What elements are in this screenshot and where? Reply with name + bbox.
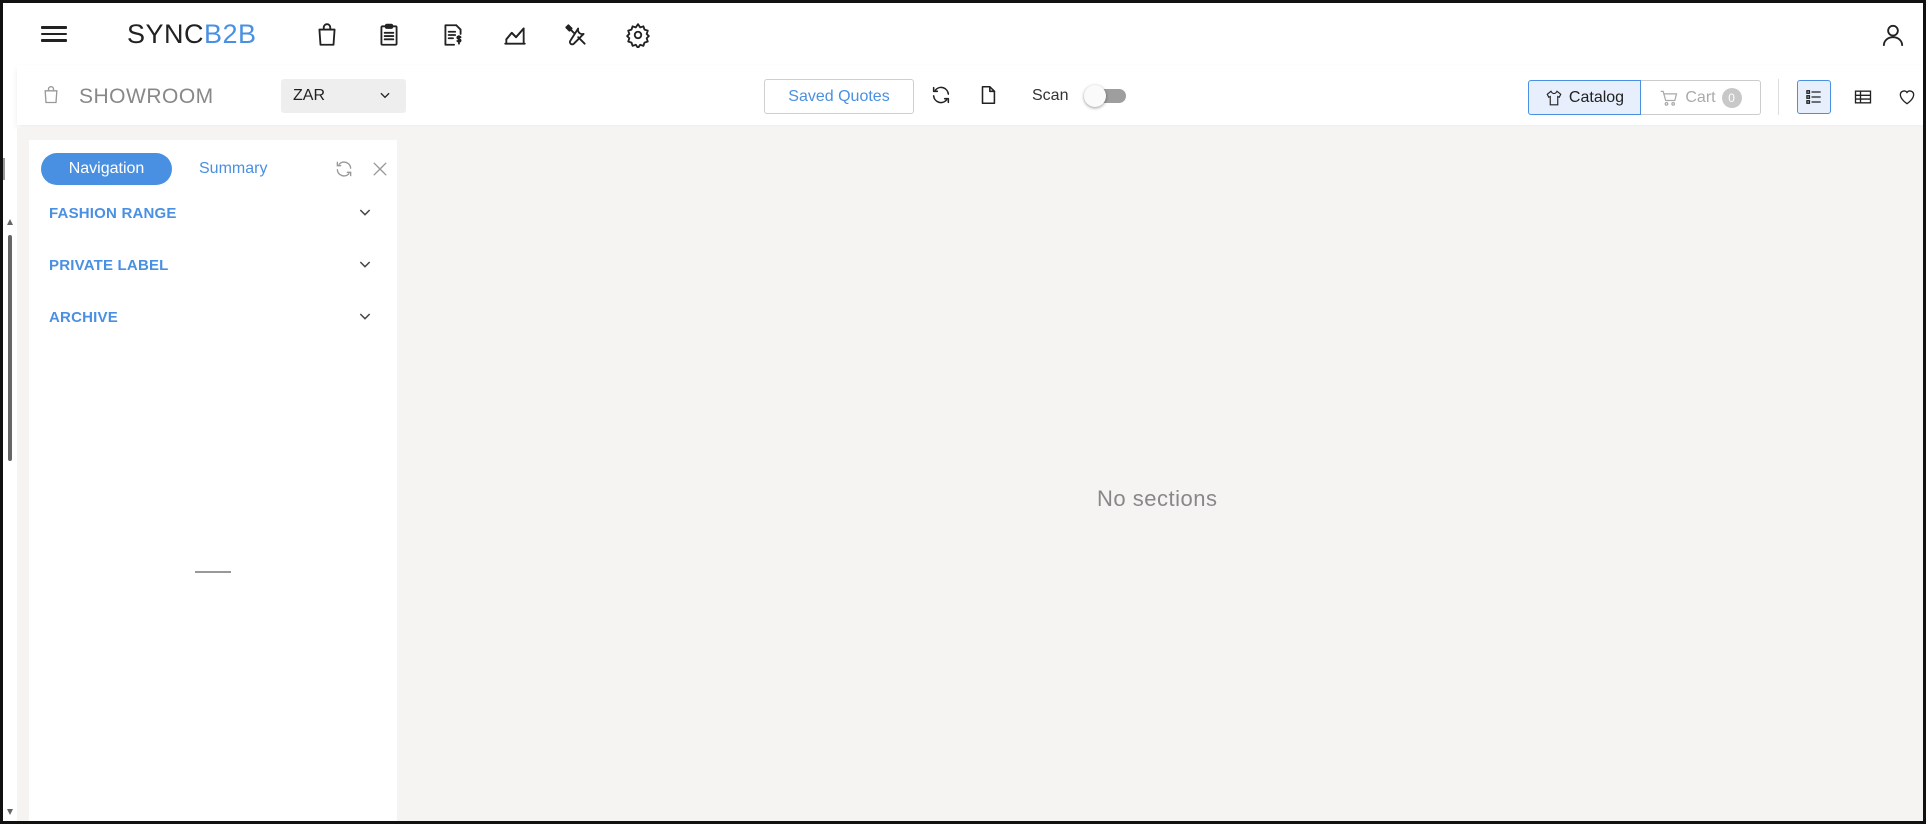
table-view-button[interactable] — [1846, 80, 1880, 114]
chevron-down-icon — [357, 204, 373, 225]
settings-icon[interactable] — [622, 19, 654, 51]
document-icon[interactable] — [974, 81, 1002, 109]
menu-icon[interactable] — [41, 22, 67, 46]
navigation-panel: Navigation Summary FASHION RANGE PRIVATE… — [29, 140, 397, 821]
nav-item-private-label[interactable]: PRIVATE LABEL — [29, 245, 397, 285]
logo-main: SYNC — [127, 19, 205, 49]
window-edge-marker — [3, 158, 5, 180]
nav-item-label: PRIVATE LABEL — [49, 257, 169, 274]
scrollbar[interactable] — [6, 219, 14, 815]
tab-summary[interactable]: Summary — [199, 160, 267, 178]
chevron-down-icon — [357, 256, 373, 277]
cart-icon — [1661, 90, 1678, 106]
user-icon[interactable] — [1877, 19, 1909, 51]
list-view-button[interactable] — [1797, 80, 1831, 114]
cart-count-badge: 0 — [1721, 87, 1742, 108]
scroll-down-arrow-icon[interactable] — [7, 809, 13, 815]
invoice-icon[interactable] — [437, 19, 469, 51]
nav-item-label: ARCHIVE — [49, 309, 118, 326]
app-window: SYNCB2B SHOWROOM ZAR Saved Quotes Scan C… — [0, 0, 1926, 824]
table-icon — [1854, 90, 1872, 104]
chart-icon[interactable] — [499, 19, 531, 51]
refresh-icon[interactable] — [332, 157, 356, 181]
list-icon — [1806, 90, 1821, 104]
toggle-knob — [1084, 85, 1106, 107]
nav-item-label: FASHION RANGE — [49, 205, 177, 222]
empty-state-message: No sections — [1097, 486, 1218, 511]
currency-select[interactable]: ZAR — [281, 79, 406, 113]
scroll-up-arrow-icon[interactable] — [7, 219, 13, 225]
saved-quotes-button[interactable]: Saved Quotes — [764, 79, 914, 114]
showroom-bag-icon — [41, 85, 63, 107]
tab-navigation[interactable]: Navigation — [41, 153, 172, 185]
page-title: SHOWROOM — [79, 85, 214, 108]
shopping-bag-icon[interactable] — [311, 19, 343, 51]
chevron-down-icon — [378, 88, 392, 107]
logo-accent: B2B — [204, 19, 257, 49]
app-logo[interactable]: SYNCB2B — [127, 19, 257, 50]
nav-item-fashion-range[interactable]: FASHION RANGE — [29, 193, 397, 233]
tools-icon[interactable] — [560, 19, 592, 51]
toolbar: SHOWROOM ZAR Saved Quotes Scan Catalog C… — [17, 65, 1923, 125]
currency-value: ZAR — [293, 87, 325, 104]
cart-button[interactable]: Cart 0 — [1641, 80, 1761, 115]
cart-label: Cart — [1685, 88, 1716, 106]
favorites-button[interactable] — [1890, 80, 1923, 114]
scrollbar-thumb[interactable] — [8, 235, 12, 461]
catalog-label: Catalog — [1568, 88, 1625, 106]
clipboard-icon[interactable] — [373, 19, 405, 51]
heart-icon — [1899, 90, 1915, 105]
scan-label: Scan — [1032, 87, 1069, 104]
nav-item-archive[interactable]: ARCHIVE — [29, 297, 397, 337]
catalog-button[interactable]: Catalog — [1528, 80, 1641, 115]
scan-toggle[interactable] — [1084, 85, 1128, 107]
refresh-icon[interactable] — [927, 81, 955, 109]
resize-handle[interactable] — [195, 571, 231, 573]
close-icon[interactable] — [368, 157, 392, 181]
divider — [1778, 79, 1779, 115]
top-bar: SYNCB2B — [3, 3, 1923, 65]
chevron-down-icon — [357, 308, 373, 329]
main-content: Navigation Summary FASHION RANGE PRIVATE… — [17, 128, 1923, 821]
shirt-icon — [1546, 89, 1562, 105]
